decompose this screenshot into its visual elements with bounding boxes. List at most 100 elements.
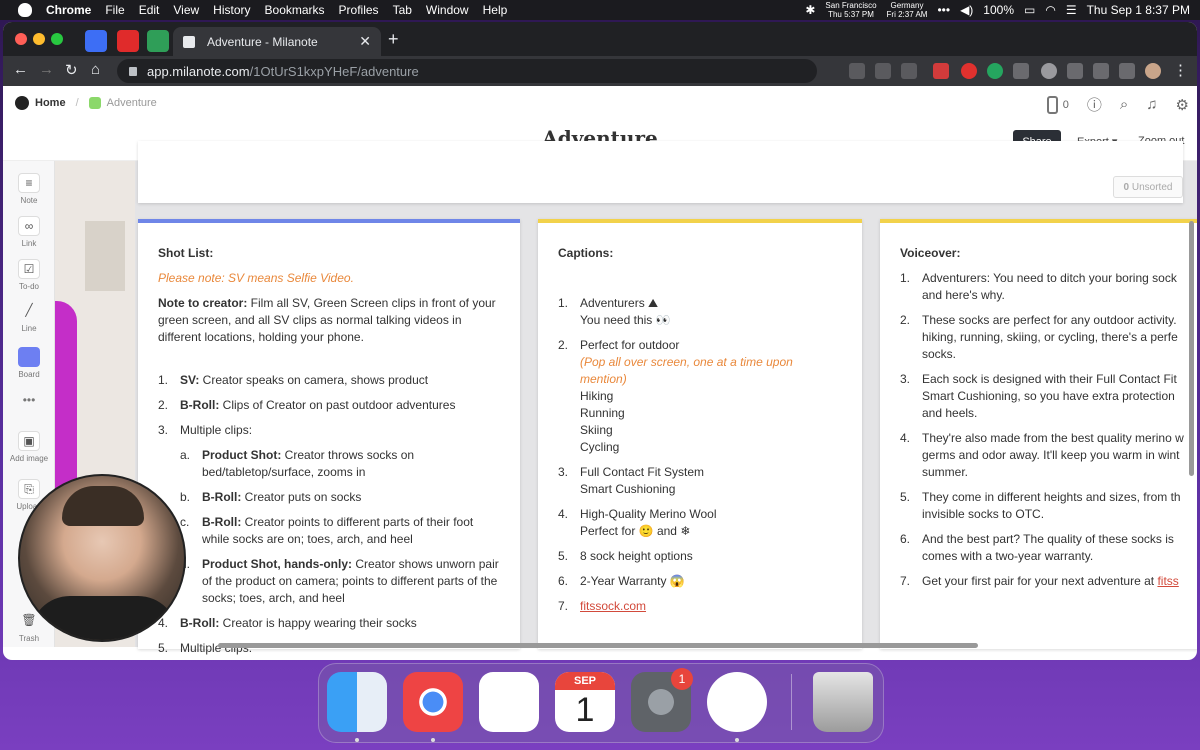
- trash-icon[interactable]: [813, 672, 873, 732]
- menu-file[interactable]: File: [105, 3, 124, 17]
- menu-app-name[interactable]: Chrome: [46, 3, 91, 17]
- list-item: 7. fitssock.com: [558, 598, 842, 615]
- menubar-datetime[interactable]: Thu Sep 1 8:37 PM: [1087, 3, 1190, 17]
- extension-grammarly-icon[interactable]: [987, 63, 1003, 79]
- battery-icon[interactable]: ▭: [1024, 3, 1035, 17]
- help-icon[interactable]: ⓘ: [1087, 94, 1102, 115]
- menu-window[interactable]: Window: [426, 3, 469, 17]
- menu-profiles[interactable]: Profiles: [339, 3, 379, 17]
- back-icon[interactable]: ←: [13, 61, 28, 78]
- shot-list-card[interactable]: Shot List: Please note: SV means Selfie …: [138, 219, 520, 655]
- mobile-notes-button[interactable]: 0: [1046, 95, 1069, 114]
- tool-todo[interactable]: ☑ To-do: [3, 259, 55, 291]
- maximize-window-button[interactable]: [51, 33, 63, 45]
- sv-note: Please note: SV means Selfie Video.: [158, 271, 354, 285]
- item-label: Product Shot:: [202, 448, 282, 462]
- volume-icon[interactable]: ◀): [960, 3, 973, 17]
- calendar-month: SEP: [555, 672, 615, 690]
- milanote-logo-icon[interactable]: [15, 96, 29, 110]
- profile-avatar[interactable]: [1145, 63, 1161, 79]
- item-letter: a.: [180, 448, 191, 462]
- tab-milanote[interactable]: Adventure - Milanote ✕: [173, 27, 381, 56]
- wifi-icon[interactable]: ◠: [1045, 3, 1055, 17]
- apple-icon[interactable]: [18, 3, 32, 17]
- unsorted-count: 0: [1123, 181, 1130, 193]
- pinned-tab-calendar-icon[interactable]: [85, 30, 107, 52]
- menu-history[interactable]: History: [213, 3, 250, 17]
- item-label: B-Roll:: [202, 490, 242, 504]
- menu-tab[interactable]: Tab: [393, 3, 412, 17]
- install-icon[interactable]: [849, 63, 865, 79]
- caption-note: (Pop all over screen, one at a time upon…: [580, 355, 793, 386]
- settings-gear-icon[interactable]: ⚙: [1176, 96, 1189, 114]
- note-icon: ≡: [18, 173, 40, 193]
- todo-icon: ☑: [18, 259, 40, 279]
- chrome-icon[interactable]: [403, 672, 463, 732]
- unsorted-button[interactable]: 0 Unsorted: [1113, 176, 1183, 198]
- share-page-icon[interactable]: [875, 63, 891, 79]
- slack-icon[interactable]: [479, 672, 539, 732]
- tool-note[interactable]: ≡ Note: [3, 173, 55, 205]
- item-text: Creator puts on socks: [241, 490, 362, 504]
- reading-list-icon[interactable]: [1093, 63, 1109, 79]
- tool-board[interactable]: Board: [3, 347, 55, 379]
- menu-bookmarks[interactable]: Bookmarks: [265, 3, 325, 17]
- item-number: 5.: [158, 641, 169, 655]
- pinned-tab-drive-icon[interactable]: [147, 30, 169, 52]
- list-item: 4.B-Roll: Creator is happy wearing their…: [158, 615, 500, 632]
- item-label: SV:: [180, 373, 200, 387]
- item-text: Each sock is designed with their Full Co…: [922, 372, 1177, 420]
- address-bar[interactable]: app.milanote.com/1OtUrS1kxpYHeF/adventur…: [117, 59, 817, 83]
- caption-line: Adventurers ⛰: [580, 296, 659, 310]
- home-icon[interactable]: ⌂: [91, 61, 100, 78]
- extensions-puzzle-icon[interactable]: [1067, 63, 1083, 79]
- vertical-scrollbar[interactable]: [1189, 221, 1194, 476]
- breadcrumb-home[interactable]: Home: [35, 97, 66, 109]
- tool-label: Line: [21, 324, 37, 333]
- bookmark-star-icon[interactable]: [901, 63, 917, 79]
- item-text: And the best part? The quality of these …: [922, 532, 1174, 563]
- extension-pinterest-icon[interactable]: [961, 63, 977, 79]
- close-window-button[interactable]: [15, 33, 27, 45]
- tool-line[interactable]: ╱ Line: [3, 301, 55, 333]
- captions-card[interactable]: Captions: 1. Adventurers ⛰ You need this 👀…: [538, 219, 862, 649]
- top-card[interactable]: [138, 141, 1183, 203]
- notifications-bell-icon[interactable]: ♫: [1146, 96, 1157, 113]
- item-number: 3.: [558, 465, 569, 479]
- website-link[interactable]: fitss: [1157, 574, 1178, 588]
- tool-link[interactable]: ∞ Link: [3, 216, 55, 248]
- extension-icon[interactable]: [1041, 63, 1057, 79]
- zoom-flower-app-icon[interactable]: [707, 672, 767, 732]
- pinned-tab-youtube-icon[interactable]: [117, 30, 139, 52]
- list-item: 2. B-Roll: Clips of Creator on past outdo…: [158, 397, 500, 414]
- new-tab-icon[interactable]: +: [388, 29, 399, 50]
- close-tab-icon[interactable]: ✕: [359, 33, 371, 50]
- item-label: B-Roll:: [180, 616, 220, 630]
- horizontal-scrollbar[interactable]: [218, 643, 978, 648]
- extension-todoist-icon[interactable]: [933, 63, 949, 79]
- tool-add-image[interactable]: ▣ Add image: [3, 431, 55, 463]
- minimize-window-button[interactable]: [33, 33, 45, 45]
- caption-line: 8 sock height options: [580, 549, 693, 563]
- more-tools-icon[interactable]: •••: [3, 393, 55, 407]
- control-center-icon[interactable]: ☰: [1066, 3, 1077, 17]
- gear-status-icon[interactable]: ✱: [805, 3, 815, 17]
- breadcrumb-board[interactable]: Adventure: [107, 97, 157, 109]
- chrome-menu-icon[interactable]: ⋮: [1173, 61, 1188, 79]
- menu-help[interactable]: Help: [483, 3, 508, 17]
- extension-icon[interactable]: [1013, 63, 1029, 79]
- reload-icon[interactable]: ↻: [65, 61, 78, 79]
- calendar-icon[interactable]: SEP 1: [555, 672, 615, 732]
- menu-edit[interactable]: Edit: [139, 3, 160, 17]
- finder-icon[interactable]: [327, 672, 387, 732]
- forward-icon[interactable]: →: [39, 61, 54, 78]
- search-icon[interactable]: ⌕: [1120, 96, 1128, 113]
- voiceover-card[interactable]: Voiceover: 1. Adventurers: You need to di…: [880, 219, 1197, 649]
- tab-strip: Adventure - Milanote ✕ +: [3, 22, 1197, 56]
- lock-icon[interactable]: [129, 66, 137, 76]
- side-panel-icon[interactable]: [1119, 63, 1135, 79]
- website-link[interactable]: fitssock.com: [580, 599, 646, 613]
- list-item: 1. SV: Creator speaks on camera, shows pr…: [158, 372, 500, 389]
- menu-view[interactable]: View: [173, 3, 199, 17]
- more-icon[interactable]: •••: [937, 3, 950, 17]
